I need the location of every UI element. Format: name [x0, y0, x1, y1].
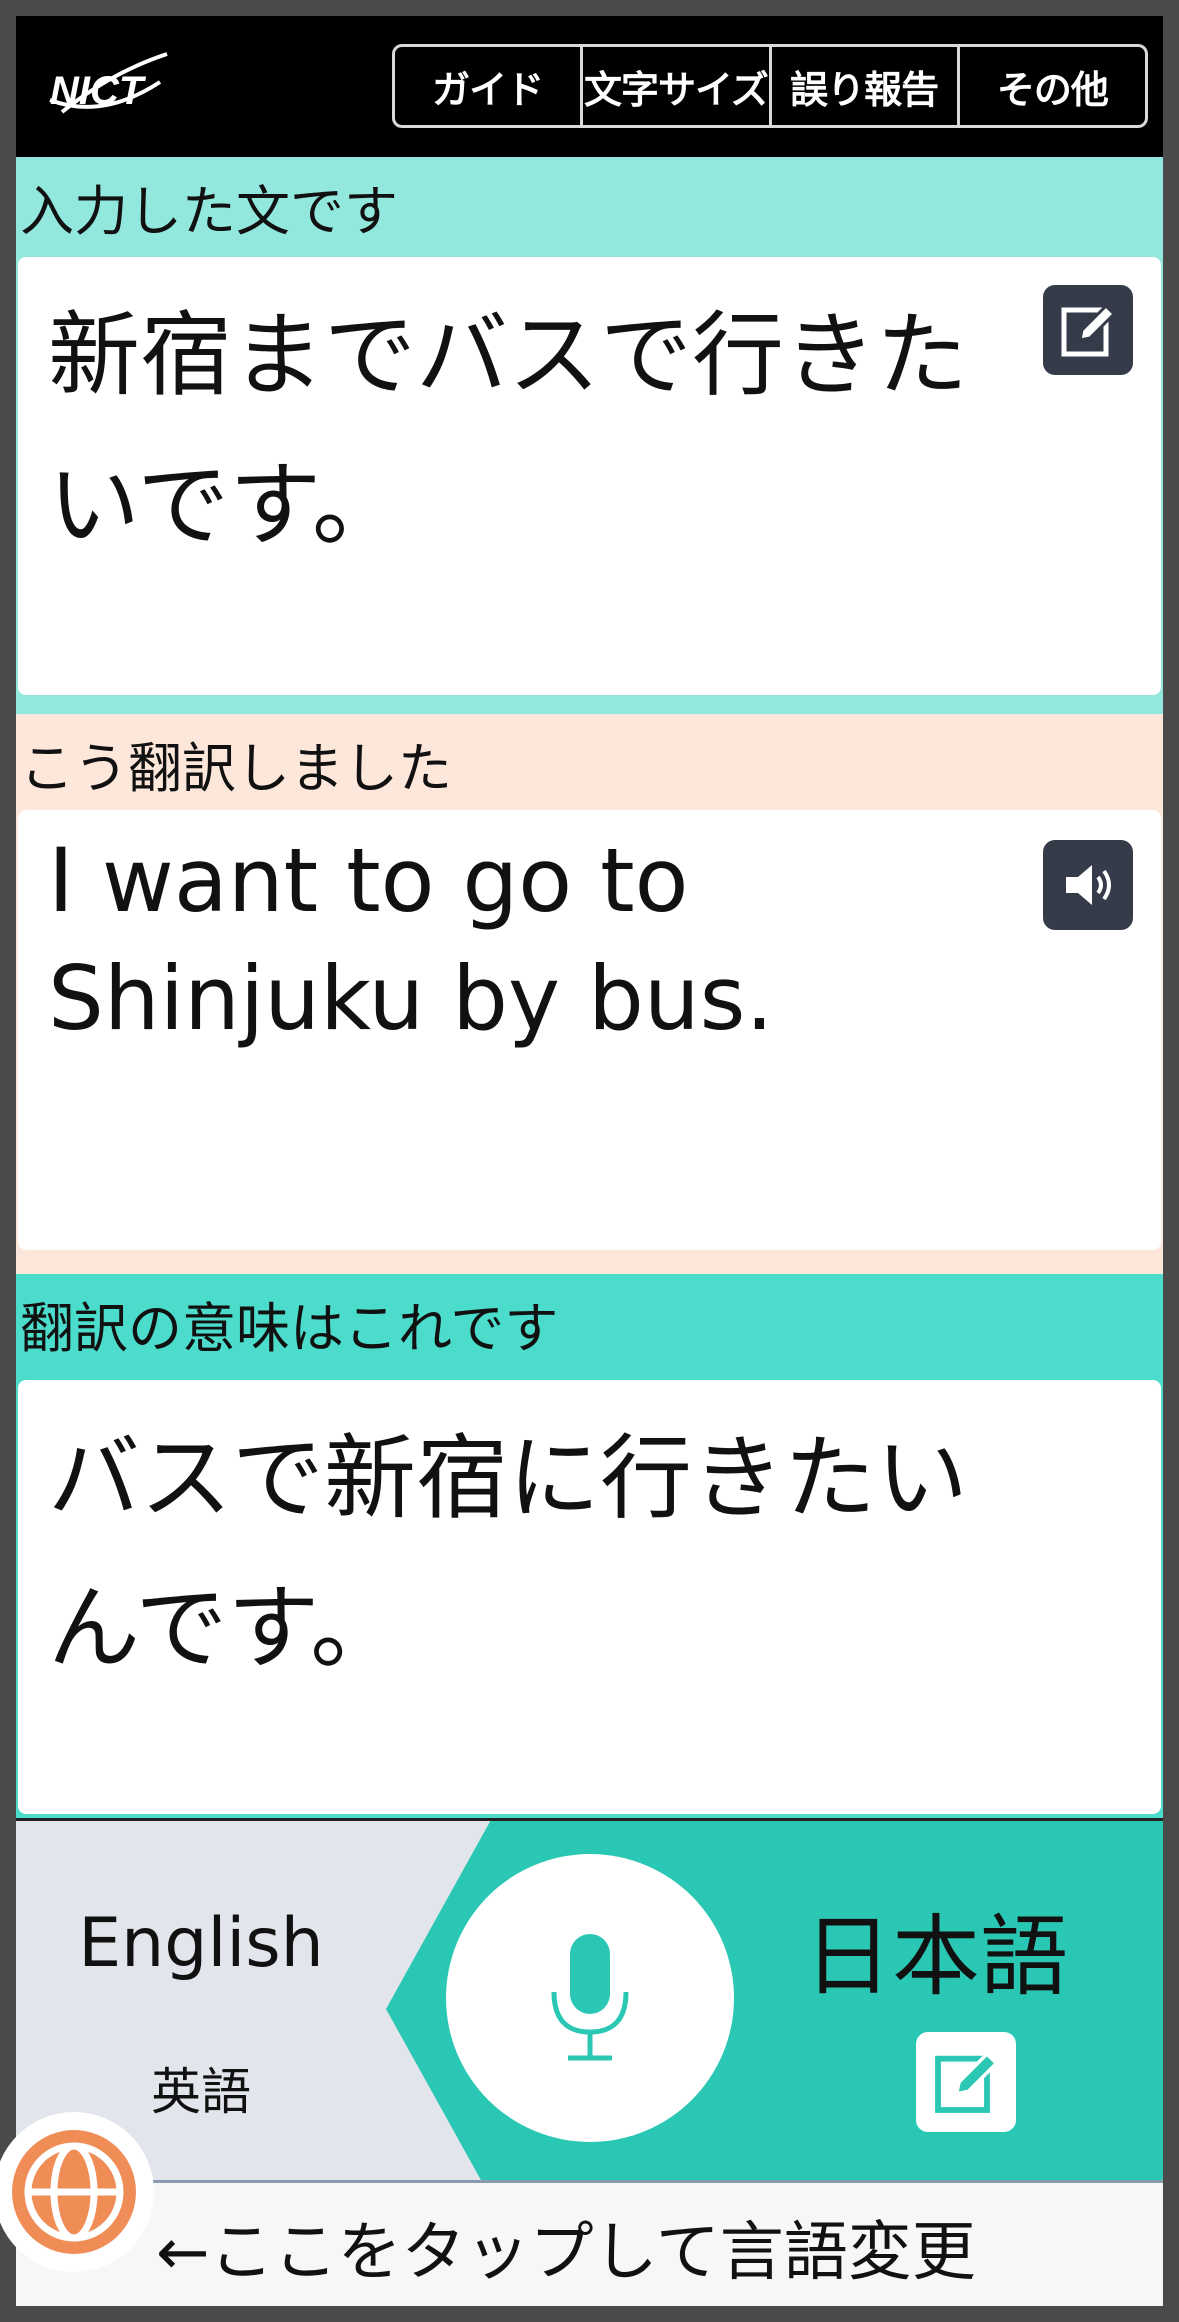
translation-section: こう翻訳しました I want to go to Shinjuku by bus… [16, 714, 1163, 1274]
header-bar: NICT ガイド 文字サイズ 誤り報告 その他 [16, 16, 1163, 157]
input-section-label: 入力した文です [20, 180, 398, 243]
edit-input-button[interactable] [1043, 285, 1133, 375]
language-change-hint: ←ここをタップして言語変更 [156, 2216, 976, 2290]
target-language-name[interactable]: 日本語 [786, 1886, 1086, 2013]
microphone-icon [551, 1934, 629, 2061]
source-language-name[interactable]: English [36, 1904, 366, 1983]
input-card[interactable]: 新宿までバスで行きたいです。 [18, 257, 1161, 695]
translation-text: I want to go to Shinjuku by bus. [48, 829, 774, 1050]
text-input-button[interactable] [916, 2032, 1016, 2132]
play-audio-button[interactable] [1043, 840, 1133, 930]
backtranslation-card: バスで新宿に行きたいんです。 [18, 1380, 1161, 1814]
language-change-button[interactable] [0, 2112, 154, 2272]
menu-font-size-button[interactable]: 文字サイズ [583, 47, 772, 125]
language-bar: English 英語 日本語 [16, 1818, 1163, 2200]
backtranslation-text: バスで新宿に行きたいんです。 [48, 1425, 969, 1682]
globe-icon [12, 2130, 136, 2254]
language-change-hint-bar[interactable]: ←ここをタップして言語変更 [16, 2180, 1163, 2306]
translation-card: I want to go to Shinjuku by bus. [18, 810, 1161, 1250]
microphone-button[interactable] [446, 1854, 734, 2142]
edit-icon [935, 2051, 999, 2113]
edit-icon [1061, 303, 1117, 357]
input-section: 入力した文です 新宿までバスで行きたいです。 [16, 157, 1163, 714]
translation-section-label: こう翻訳しました [20, 737, 452, 800]
backtranslation-section: 翻訳の意味はこれです バスで新宿に行きたいんです。 [16, 1274, 1163, 1834]
menu-other-button[interactable]: その他 [960, 47, 1145, 125]
menu-error-report-button[interactable]: 誤り報告 [772, 47, 960, 125]
svg-text:NICT: NICT [50, 69, 147, 113]
top-menu: ガイド 文字サイズ 誤り報告 その他 [392, 44, 1148, 128]
menu-guide-button[interactable]: ガイド [395, 47, 584, 125]
speaker-icon [1066, 865, 1111, 905]
backtranslation-section-label: 翻訳の意味はこれです [20, 1297, 559, 1360]
app-frame: NICT ガイド 文字サイズ 誤り報告 その他 入力した文です 新宿までバスで行… [16, 16, 1163, 2306]
input-text: 新宿までバスで行きたいです。 [48, 302, 969, 559]
nict-logo: NICT [42, 42, 182, 132]
language-bar-divider [16, 1818, 1163, 1821]
